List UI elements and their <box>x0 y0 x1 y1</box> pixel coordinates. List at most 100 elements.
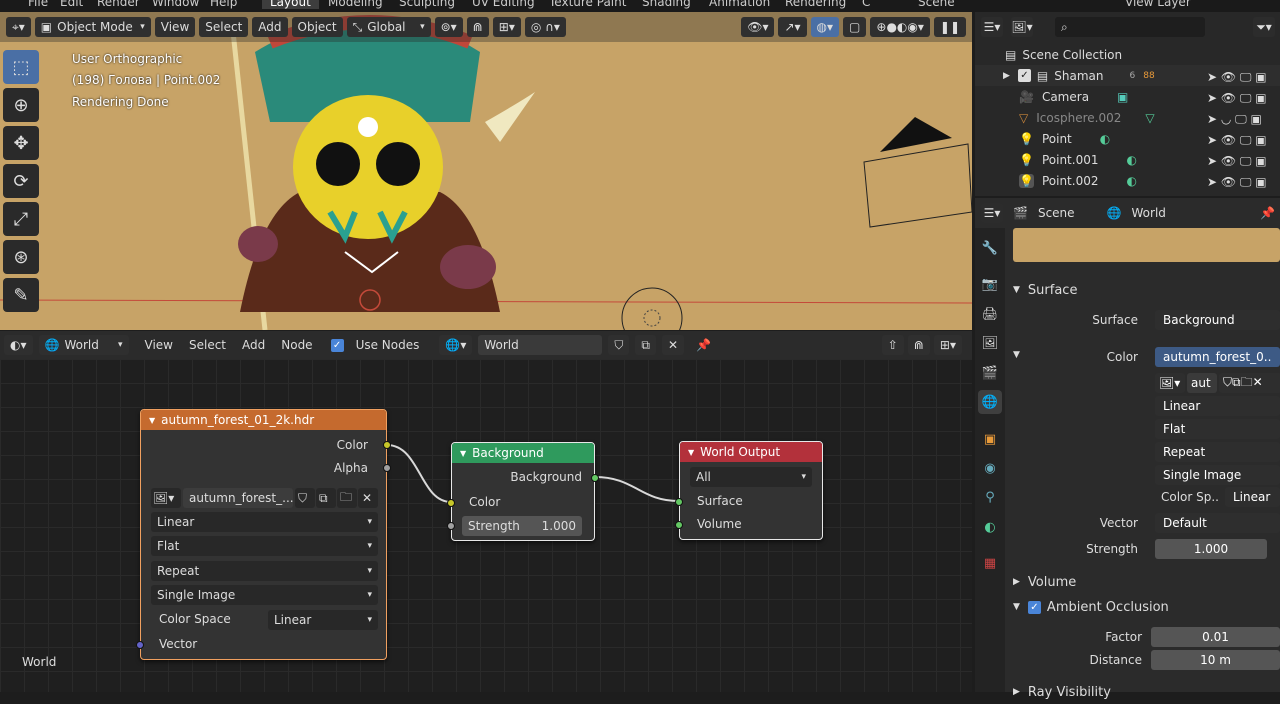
breadcrumb-scene[interactable]: Scene <box>1038 206 1075 220</box>
menu-window[interactable]: Window <box>152 0 199 9</box>
node-add-menu[interactable]: Add <box>242 338 265 352</box>
object-tab-icon[interactable]: ▣ <box>978 427 1002 451</box>
tab-texture-paint[interactable]: Texture Paint <box>549 0 626 9</box>
display-mode-icon[interactable]: 🖼▾ <box>1011 17 1033 37</box>
visibility-toggles-row[interactable]: ➤ 👁 🖵 ▣ <box>1207 172 1277 193</box>
fake-user-shield-icon[interactable]: ⛉ <box>608 335 630 355</box>
properties-editor-type-icon[interactable]: ☰▾ <box>981 203 1003 223</box>
render-tab-icon[interactable]: 📷 <box>978 272 1002 296</box>
vector-field[interactable]: Default <box>1155 513 1280 533</box>
extension-dropdown[interactable]: Repeat ▾ <box>151 561 378 581</box>
duplicate-icon[interactable]: ⧉ <box>635 335 656 355</box>
pause-icon[interactable]: ❚❚ <box>933 17 966 37</box>
fake-user-shield-icon[interactable]: ⛉ <box>295 488 315 508</box>
transform-icon[interactable]: ⊛ <box>3 240 39 274</box>
snap-increment-icon[interactable]: ⊞▾ <box>933 335 962 355</box>
image-browse-icon[interactable]: 🖼▾ <box>1155 373 1185 393</box>
interpolation-dropdown[interactable]: Linear ▾ <box>151 512 378 532</box>
tool-tab-icon[interactable]: 🔧 <box>978 236 1002 260</box>
visibility-toggles-row[interactable]: ➤ 👁 🖵 ▣ <box>1207 151 1277 172</box>
world-name-field[interactable]: World <box>478 335 603 355</box>
tab-shading[interactable]: Shading <box>642 0 691 9</box>
ray-visibility-section-header[interactable]: ▶ Ray Visibility <box>1005 680 1280 704</box>
output-color-socket[interactable] <box>383 441 391 449</box>
input-volume-socket[interactable] <box>675 521 683 529</box>
tab-layout[interactable]: Layout <box>262 0 319 9</box>
image-actions-icons[interactable]: ⛉⧉🗀✕ <box>1219 373 1280 393</box>
node-node-menu[interactable]: Node <box>281 338 312 352</box>
pivot-icon[interactable]: ⊚▾ <box>434 17 463 37</box>
pin-icon[interactable]: 📌 <box>1260 206 1275 220</box>
target-dropdown[interactable]: All ▾ <box>690 467 812 487</box>
strength-field[interactable]: Strength 1.000 <box>462 516 582 536</box>
shader-type-dropdown[interactable]: 🌐 World ▾ <box>38 335 129 355</box>
visibility-toggles-row[interactable]: ➤ 👁 🖵 ▣ <box>1207 88 1277 109</box>
projection-dropdown[interactable]: Flat <box>1155 419 1280 439</box>
pin-icon[interactable]: 📌 <box>690 335 717 355</box>
orientation-dropdown[interactable]: ⤡ Global ▾ <box>346 17 431 37</box>
color-space-dropdown[interactable]: Linear ▾ <box>268 610 378 630</box>
interpolation-dropdown[interactable]: Linear <box>1155 396 1280 416</box>
world-output-node[interactable]: ▼ World Output All ▾ Surface Volume <box>675 441 823 540</box>
world-tab-icon[interactable]: 🌐 <box>978 390 1002 414</box>
surface-section-header[interactable]: ▼ Surface <box>1005 278 1280 302</box>
extension-dropdown[interactable]: Repeat <box>1155 442 1280 462</box>
expand-icon[interactable]: ▼ <box>1013 350 1020 360</box>
collapse-icon[interactable]: ▼ <box>460 449 466 458</box>
outliner-scene-collection[interactable]: ▤ Scene Collection <box>975 44 1280 65</box>
xray-icon[interactable]: ▢ <box>843 17 867 37</box>
add-menu[interactable]: Add <box>252 17 288 37</box>
input-strength-socket[interactable] <box>447 522 455 530</box>
input-surface-socket[interactable] <box>675 498 683 506</box>
scene-tab-icon[interactable]: 🎬 <box>978 361 1002 385</box>
snap-target-icon[interactable]: ⊞▾ <box>492 17 521 37</box>
editor-type-button[interactable]: ⌖▾ <box>6 17 31 37</box>
collapse-icon[interactable]: ▼ <box>149 416 155 425</box>
output-tab-icon[interactable]: 🖨 <box>978 302 1002 326</box>
visibility-toggles-row[interactable]: ➤ 👁 🖵 ▣ <box>1207 67 1277 88</box>
expand-icon[interactable]: ▶ <box>1003 71 1010 81</box>
ao-enable-checkbox[interactable]: ✓ <box>1027 600 1041 614</box>
image-name-field[interactable]: aut <box>1187 373 1217 393</box>
light-data-icon[interactable]: ◐ <box>1126 174 1136 188</box>
parent-node-icon[interactable]: ⇧ <box>881 335 904 355</box>
menu-render[interactable]: Render <box>97 0 140 9</box>
duplicate-icon[interactable]: ⧉ <box>316 488 336 508</box>
use-nodes-checkbox[interactable]: ✓ <box>330 338 344 352</box>
overlay-icon[interactable]: ◍▾ <box>810 17 840 37</box>
input-color-socket[interactable] <box>447 499 455 507</box>
mesh-data-icon[interactable]: ▽ <box>1145 111 1154 125</box>
projection-dropdown[interactable]: Flat ▾ <box>151 536 378 556</box>
exclude-checkbox[interactable]: ✓ <box>1017 69 1031 82</box>
select-menu[interactable]: Select <box>199 17 249 37</box>
object-data-tab-icon[interactable]: ◐ <box>978 515 1002 539</box>
factor-field[interactable]: 0.01 <box>1151 627 1280 647</box>
menu-file[interactable]: File <box>28 0 48 9</box>
cursor-icon[interactable]: ⊕ <box>3 88 39 122</box>
tab-rendering[interactable]: Rendering <box>785 0 846 9</box>
tab-sculpting[interactable]: Sculpting <box>399 0 455 9</box>
tab-modeling[interactable]: Modeling <box>328 0 383 9</box>
open-folder-icon[interactable]: 🗀 <box>337 488 357 508</box>
source-dropdown[interactable]: Single Image ▾ <box>151 585 378 605</box>
light-data-icon[interactable]: ◐ <box>1126 153 1136 167</box>
filter-icon[interactable]: ⏷▾ <box>1253 17 1275 37</box>
gizmo-icon[interactable]: ↗▾ <box>778 17 807 37</box>
color-texture-field[interactable]: autumn_forest_0.. <box>1155 347 1280 367</box>
proportional-edit-icon[interactable]: ◎ ∩▾ <box>524 17 566 37</box>
node-select-menu[interactable]: Select <box>189 338 226 352</box>
view-layer-tab-icon[interactable]: 🖼 <box>978 331 1002 355</box>
constraints-tab-icon[interactable]: ⚲ <box>978 485 1002 509</box>
output-background-socket[interactable] <box>591 474 599 482</box>
node-view-menu[interactable]: View <box>145 338 173 352</box>
menu-help[interactable]: Help <box>210 0 237 9</box>
ambient-occlusion-section-header[interactable]: ▼ ✓ Ambient Occlusion <box>1005 595 1280 619</box>
object-menu[interactable]: Object <box>291 17 343 37</box>
rotate-icon[interactable]: ⟳ <box>3 164 39 198</box>
move-icon[interactable]: ✥ <box>3 126 39 160</box>
collapse-icon[interactable]: ▼ <box>688 448 694 457</box>
node-header[interactable]: ▼ Background <box>452 443 594 463</box>
unlink-icon[interactable]: ✕ <box>358 488 378 508</box>
select-box-icon[interactable]: ⬚ <box>3 50 39 84</box>
source-dropdown[interactable]: Single Image <box>1155 465 1280 485</box>
